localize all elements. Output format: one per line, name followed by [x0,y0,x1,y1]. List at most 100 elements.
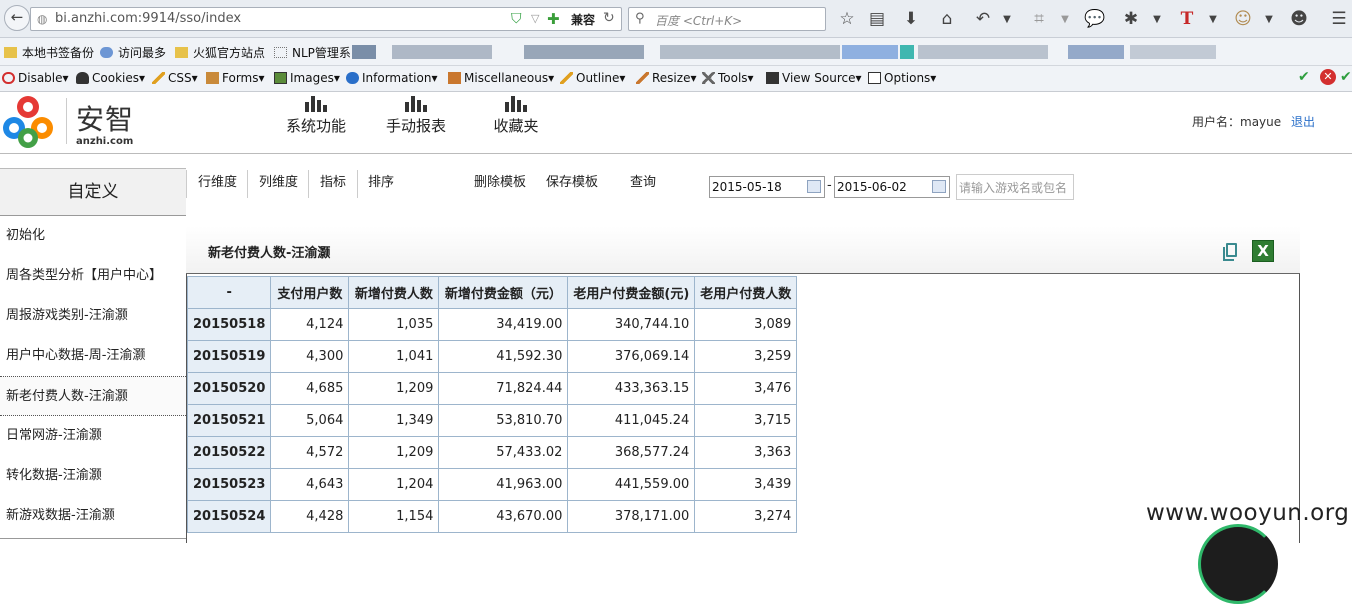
nav-label: 手动报表 [385,117,446,135]
chevron-down-icon[interactable]: ▼ [1258,14,1280,25]
dev-misc-menu[interactable]: Miscellaneous▾ [448,71,554,85]
chat-icon[interactable]: 💬 [1084,9,1106,29]
chevron-down-icon[interactable]: ▼ [1146,14,1168,25]
column-header[interactable]: 支付用户数 [270,276,350,309]
dev-cookies-menu[interactable]: Cookies▾ [76,71,145,85]
home-icon[interactable]: ⌂ [936,9,958,29]
sort-button[interactable]: 排序 [368,168,394,198]
dev-outline-menu[interactable]: Outline▾ [560,71,625,85]
chevron-down-icon[interactable]: ▼ [996,14,1018,25]
error-icon[interactable]: ✕ [1320,69,1336,85]
bookmark-local-backup[interactable]: 本地书签备份 [4,44,94,61]
search-placeholder: 百度 <Ctrl+K> [655,14,743,28]
sidebar-item-user-center-weekly[interactable]: 用户中心数据-周-汪渝灏 [0,336,186,376]
chevron-down-icon[interactable]: ▼ [1054,14,1076,25]
nav-manual-report[interactable]: 手动报表 [371,94,461,136]
undo-icon[interactable]: ↶ [972,9,994,29]
metric-button[interactable]: 指标 [320,168,346,198]
chevron-down-icon[interactable]: ▼ [1202,14,1224,25]
column-header[interactable]: 新增付费金额（元） [438,276,569,309]
table-cell: 3,715 [694,404,798,437]
dropdown-icon[interactable]: ▽ [531,12,539,25]
calendar-icon[interactable] [932,180,946,193]
toolbar-separator [247,170,248,198]
report-table-container: - 支付用户数 新增付费人数 新增付费金额（元） 老用户付费金额(元) 老用户付… [186,274,1300,543]
book-icon [448,72,461,84]
report-title: 新老付费人数-汪渝灏 [208,246,331,261]
monkey-icon[interactable]: ☺ [1232,9,1254,29]
shield-icon[interactable]: ⛉ [511,11,522,27]
table-cell: 4,572 [270,436,350,469]
sidebar-item-new-old-payers[interactable]: 新老付费人数-汪渝灏 [0,376,186,416]
menu-icon[interactable]: ☰ [1328,9,1350,29]
redacted-block [900,45,914,59]
back-button[interactable]: ← [4,5,30,31]
save-template-button[interactable]: 保存模板 [546,168,598,198]
crop-icon[interactable]: ⌗ [1028,9,1050,29]
table-cell: 3,439 [694,468,798,501]
clipboard-icon [206,72,219,84]
column-header[interactable]: 新增付费人数 [348,276,440,309]
end-date-input[interactable]: 2015-06-02 [834,176,950,198]
nav-system-functions[interactable]: 系统功能 [271,94,361,136]
sidebar-item-init[interactable]: 初始化 [0,216,186,256]
date-separator: - [827,178,832,193]
start-date-input[interactable]: 2015-05-18 [709,176,825,198]
dev-options-menu[interactable]: Options▾ [868,71,936,85]
star-icon[interactable]: ☆ [836,9,858,29]
text-tool-icon[interactable]: T [1176,9,1198,29]
column-dimension-button[interactable]: 列维度 [259,168,298,198]
check-icon[interactable]: ✔ [1340,69,1352,85]
app-header: 安智 anzhi.com 系统功能 手动报表 收藏夹 用户名：mayue 退出 [0,92,1352,154]
dev-css-menu[interactable]: CSS▾ [152,71,198,85]
reader-icon[interactable]: ▤ [866,9,888,29]
dev-tools-menu[interactable]: Tools▾ [702,71,754,85]
sidebar-item-new-game-data[interactable]: 新游戏数据-汪渝灏 [0,496,186,536]
bookmark-firefox-official[interactable]: 火狐官方站点 [175,44,265,61]
sidebar-item-daily-online-games[interactable]: 日常网游-汪渝灏 [0,416,186,456]
row-dimension-button[interactable]: 行维度 [198,168,237,198]
date-cell: 20150521 [187,404,272,437]
download-icon[interactable]: ⬇ [900,9,922,29]
table-cell: 57,433.02 [438,436,569,469]
dev-view-source-menu[interactable]: View Source▾ [766,71,862,85]
delete-template-button[interactable]: 删除模板 [474,168,526,198]
table-cell: 411,045.24 [567,404,696,437]
date-cell: 20150522 [187,436,272,469]
column-header[interactable]: 老用户付费金额(元) [567,276,696,309]
column-header[interactable]: 老用户付费人数 [694,276,798,309]
bookmark-nlp[interactable]: NLP管理系 [274,44,351,61]
dev-images-menu[interactable]: Images▾ [274,71,340,85]
search-box[interactable]: ⚲ 百度 <Ctrl+K> [628,7,826,31]
smiley-icon[interactable]: ☻ [1288,9,1310,29]
calendar-icon[interactable] [807,180,821,193]
report-panel-header: 新老付费人数-汪渝灏 X [186,226,1300,274]
dev-resize-menu[interactable]: Resize▾ [636,71,696,85]
game-search-input[interactable]: 请输入游戏名或包名 [956,174,1074,200]
dev-information-menu[interactable]: Information▾ [346,71,438,85]
anzhi-logo-icon[interactable] [0,94,56,150]
bookmark-most-visited[interactable]: 访问最多 [100,44,166,61]
dev-forms-menu[interactable]: Forms▾ [206,71,265,85]
reload-icon[interactable]: ↻ [603,10,615,26]
url-bar[interactable]: ◍ bi.anzhi.com:9914/sso/index ⛉ ▽ ✚ 兼容 ↻ [30,7,622,31]
column-header[interactable]: - [187,276,272,309]
redacted-block [1068,45,1124,59]
puzzle-icon[interactable]: ✚ [547,10,560,28]
table-cell: 41,592.30 [438,340,569,373]
compat-mode-label[interactable]: 兼容 [571,11,595,28]
excel-export-icon[interactable]: X [1252,240,1274,262]
table-cell: 3,274 [694,500,798,533]
nav-favorites[interactable]: 收藏夹 [471,94,561,136]
sidebar-item-weekly-type-analysis[interactable]: 周各类型分析【用户中心】 [0,256,186,296]
check-icon[interactable]: ✔ [1298,69,1310,85]
sidebar-item-conversion[interactable]: 转化数据-汪渝灏 [0,456,186,496]
bug-icon[interactable]: ✱ [1120,9,1142,29]
dev-disable-menu[interactable]: Disable▾ [2,71,69,85]
query-button[interactable]: 查询 [630,168,656,198]
sidebar-item-weekly-game-category[interactable]: 周报游戏类别-汪渝灏 [0,296,186,336]
copy-icon[interactable] [1223,243,1237,261]
logout-link[interactable]: 退出 [1291,113,1315,130]
table-row: 20150522 4,572 1,209 57,433.02 368,577.2… [187,436,798,469]
resize-icon [636,72,649,84]
